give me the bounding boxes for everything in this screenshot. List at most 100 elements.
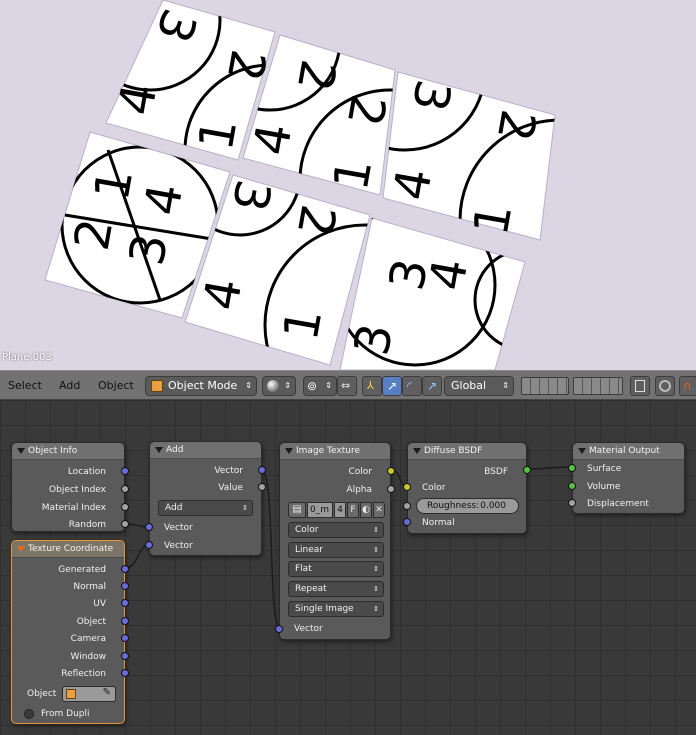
layer-buttons-a[interactable] [521,377,569,395]
fake-user-button[interactable]: F [347,502,359,518]
arrow-icon: ↗ [387,379,398,393]
roughness-field[interactable]: Roughness: 0.000 [416,498,519,514]
interpolation-dropdown[interactable]: Linear ⇕ [288,542,384,558]
socket-location[interactable] [121,467,129,475]
socket-object-index[interactable] [121,485,129,493]
input-color-label: Color [422,483,446,493]
color-space-dropdown[interactable]: Color ⇕ [288,522,384,538]
image-texture-header[interactable]: Image Texture [280,443,390,460]
chevron-updown-icon: ⇕ [373,605,379,613]
socket-color-in[interactable] [403,483,411,491]
socket-vector-in-1[interactable] [145,523,153,531]
socket-generated[interactable] [121,565,129,573]
collapse-triangle-icon[interactable] [285,448,293,454]
source-dropdown[interactable]: Single Image ⇕ [288,601,384,617]
socket-surface-in[interactable] [568,464,576,472]
input-surface-label: Surface [587,464,622,474]
chevron-updown-icon: ⇕ [502,381,509,390]
translate-manipulator[interactable]: ⅄ [362,376,382,396]
collapse-triangle-icon[interactable] [17,448,25,454]
snap-button[interactable]: ∩ [679,376,696,396]
image-browse-icon[interactable]: ▤ [288,502,306,518]
object-info-header[interactable]: Object Info [12,443,124,460]
mode-selector[interactable]: Object Mode ⇕ [145,376,257,396]
texture-coordinate-header[interactable]: Texture Coordinate [12,541,124,558]
material-output-node[interactable]: Material Output Surface Volume Displacem… [568,442,685,514]
menu-object[interactable]: Object [98,379,134,392]
operation-dropdown[interactable]: Add ⇕ [158,500,253,516]
diffuse-bsdf-header[interactable]: Diffuse BSDF [408,443,526,460]
collapse-triangle-icon[interactable] [155,447,163,453]
object-field-label: Object [27,689,57,699]
projection-dropdown[interactable]: Flat ⇕ [288,561,384,577]
image-texture-node[interactable]: Image Texture Color Alpha ▤ 0_m 4 F ◐ ✕ … [275,442,395,640]
open-image-icon[interactable]: ◐ [360,502,372,518]
diffuse-bsdf-node[interactable]: Diffuse BSDF BSDF Color Roughness: 0.000… [403,442,531,534]
pivot-point-selector[interactable]: ⊚ ⇕ [303,376,337,396]
collapse-triangle-icon[interactable] [17,546,25,552]
node-title: Image Texture [296,446,360,456]
extension-dropdown[interactable]: Repeat ⇕ [288,581,384,597]
socket-material-index[interactable] [121,503,129,511]
socket-alpha-out[interactable] [387,485,395,493]
socket-object[interactable] [121,617,129,625]
layer-lock-button[interactable] [630,376,650,396]
socket-volume-in[interactable] [568,482,576,490]
input-volume-label: Volume [587,482,621,492]
texture-coordinate-node[interactable]: Texture Coordinate Generated Normal UV O… [11,540,129,724]
viewport-shading-selector[interactable]: ⇕ [262,376,296,396]
socket-vector-in-2[interactable] [145,541,153,549]
socket-vector-in[interactable] [275,625,283,633]
rotate-manipulator[interactable]: ↗ [382,376,402,396]
manipulator-toggle[interactable]: ⇔ [337,376,357,396]
output-value-label: Value [218,483,243,493]
socket-normal[interactable] [121,582,129,590]
output-object-label: Object [76,617,106,627]
object-name-label: Plane.003 [2,352,52,363]
socket-bsdf-out[interactable] [523,466,531,474]
object-picker-field[interactable]: ✎ [62,686,116,702]
image-users-count[interactable]: 4 [334,502,346,518]
layer-buttons-b[interactable] [573,377,623,395]
output-reflection-label: Reflection [61,669,106,679]
socket-window[interactable] [121,652,129,660]
socket-value-out[interactable] [258,483,266,491]
roughness-value: 0.000 [480,501,506,511]
transform-orientation-icon-button[interactable]: ↗ [422,376,442,396]
viewport-render: 3 2 4 1 2 2 4 1 3 2 4 1 1 4 2 3 3 2 4 1 … [44,0,556,370]
socket-reflection[interactable] [121,669,129,677]
add-node[interactable]: Add Vector Value Add ⇕ Vector Vector [145,441,266,556]
output-uv-label: UV [93,599,106,609]
output-bsdf-label: BSDF [484,467,508,477]
material-output-header[interactable]: Material Output [573,443,684,460]
socket-uv[interactable] [121,599,129,607]
sphere-shading-icon [267,380,279,392]
object-info-node[interactable]: Object Info Location Object Index Materi… [11,442,129,532]
proportional-edit-button[interactable] [655,376,675,396]
orientation-selector[interactable]: Global ⇕ [444,376,514,396]
socket-camera[interactable] [121,634,129,642]
from-dupli-checkbox[interactable] [24,709,34,719]
chevron-updown-icon: ⇕ [242,504,248,512]
menu-select[interactable]: Select [8,379,42,392]
scale-manipulator[interactable]: ◜ [402,376,422,396]
socket-displacement-in[interactable] [568,499,576,507]
socket-random[interactable] [121,520,129,528]
collapse-triangle-icon[interactable] [578,448,586,454]
socket-color-out[interactable] [387,467,395,475]
socket-roughness-in[interactable] [403,502,411,510]
menu-add[interactable]: Add [59,379,80,392]
3d-viewport[interactable]: 3 2 4 1 2 2 4 1 3 2 4 1 1 4 2 3 3 2 4 1 … [0,0,696,370]
image-datablock-row: ▤ 0_m 4 F ◐ ✕ [288,502,385,518]
image-name-field[interactable]: 0_m [307,502,333,518]
node-title: Material Output [589,446,660,456]
socket-vector-out[interactable] [258,466,266,474]
pivot-icon: ⊚ [307,379,318,393]
socket-normal-in[interactable] [403,518,411,526]
eyedropper-icon[interactable]: ✎ [103,687,111,698]
unlink-close-icon[interactable]: ✕ [373,502,385,518]
node-editor[interactable]: Object Info Location Object Index Materi… [0,400,696,735]
collapse-triangle-icon[interactable] [413,448,421,454]
add-header[interactable]: Add [150,442,261,459]
cube-icon [66,689,76,699]
